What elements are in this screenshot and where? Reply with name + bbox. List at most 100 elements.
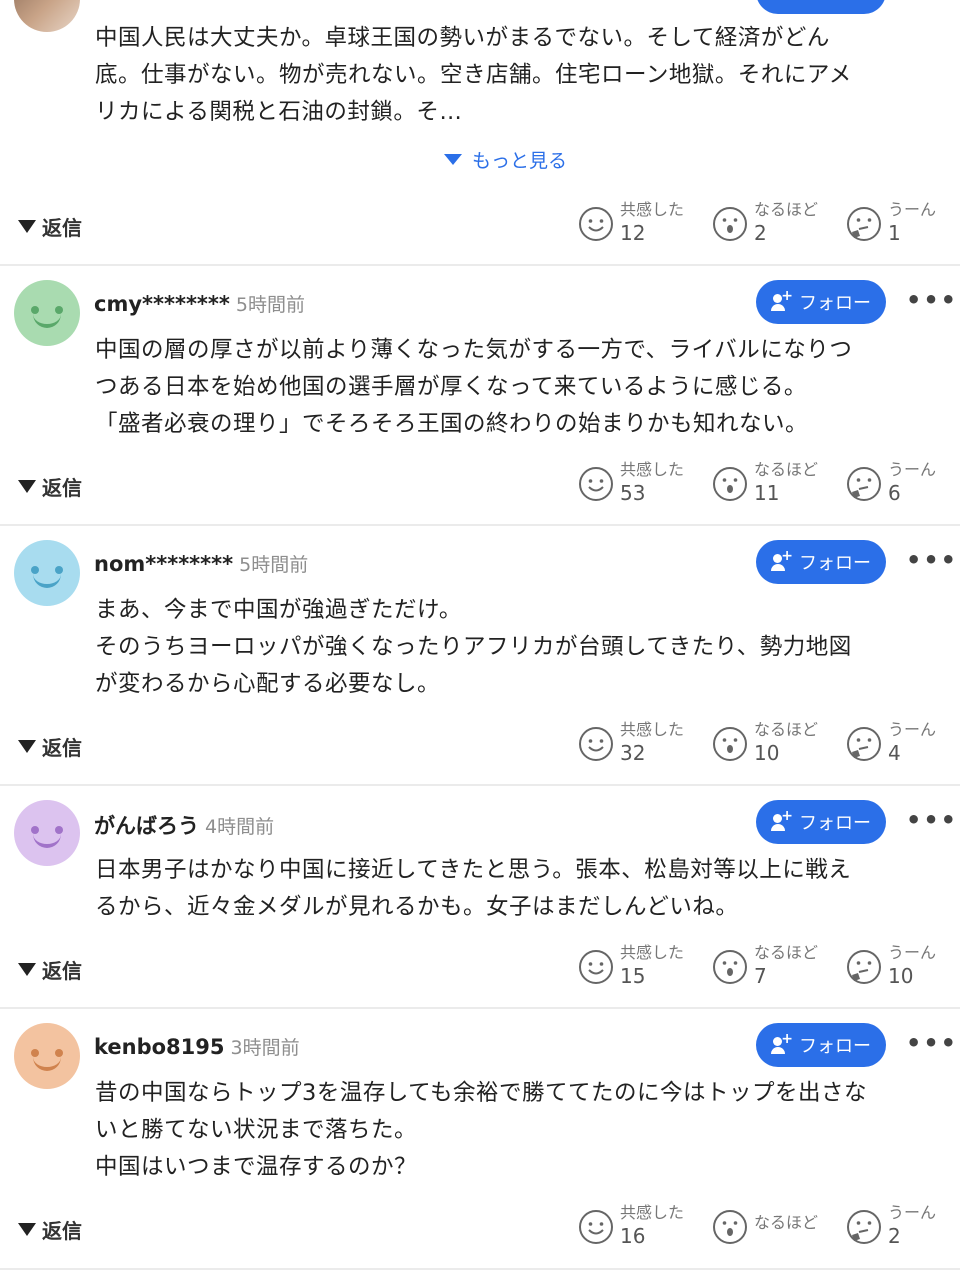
reaction-count: 10 [888, 964, 914, 988]
comment-time: 3時間前 [230, 1037, 300, 1059]
reaction-empathy[interactable]: 共感した 15 [578, 943, 684, 989]
reaction-hmm[interactable]: うーん 2 [846, 1203, 936, 1249]
reaction-label: うーん [888, 460, 937, 479]
avatar[interactable] [14, 540, 80, 606]
reaction-label: なるほど [754, 200, 819, 219]
follow-button[interactable]: + フォロー [756, 280, 886, 324]
follow-button[interactable]: + フォロー [756, 540, 886, 584]
avatar[interactable] [14, 280, 80, 346]
add-user-icon: + [771, 288, 793, 312]
reaction-label: うーん [888, 720, 937, 739]
username[interactable]: kenbo8195 [94, 1035, 225, 1059]
surprised-face-icon [713, 207, 747, 241]
follow-button[interactable]: + フォロー [756, 1023, 886, 1067]
reaction-indeed[interactable]: なるほど [712, 1203, 818, 1245]
reaction-count: 16 [620, 1224, 646, 1248]
reaction-count: 2 [754, 221, 767, 245]
avatar[interactable] [14, 800, 80, 866]
comment-time: 4時間前 [205, 816, 275, 838]
reaction-count: 4 [888, 741, 901, 765]
comment-author[interactable]: cmy******** 5時間前 [94, 290, 305, 317]
reaction-label: なるほど [754, 460, 819, 479]
reaction-count: 10 [754, 741, 780, 765]
follow-label: フォロー [799, 813, 871, 834]
reaction-hmm[interactable]: うーん 4 [846, 720, 936, 766]
add-user-icon: + [771, 1031, 793, 1055]
comment-author[interactable]: がんばろう 4時間前 [94, 810, 274, 840]
reaction-empathy[interactable]: 共感した 32 [578, 720, 684, 766]
smile-face-icon [579, 727, 613, 761]
reply-button[interactable]: 返信 [18, 472, 82, 501]
avatar[interactable] [14, 0, 80, 32]
reaction-indeed[interactable]: なるほど 10 [712, 720, 818, 766]
avatar[interactable] [14, 1023, 80, 1089]
avatar-mouth [33, 574, 61, 588]
more-options-button[interactable]: ••• [906, 806, 958, 834]
triangle-down-icon [18, 1223, 36, 1236]
more-options-button[interactable]: ••• [906, 286, 958, 314]
reaction-label: 共感した [620, 1203, 685, 1222]
comment-card: cmy******** 5時間前 + フォロー ••• 中国の層の厚さが以前より薄くなった… [0, 266, 960, 526]
reaction-indeed[interactable]: なるほど 7 [712, 943, 818, 989]
reaction-count: 53 [620, 481, 646, 505]
surprised-face-icon [713, 727, 747, 761]
thinking-face-icon [847, 1210, 881, 1244]
reaction-count: 6 [888, 481, 901, 505]
triangle-down-icon [18, 220, 36, 233]
comment-card: がんばろう 4時間前 + フォロー ••• 日本男子はかなり中国に接近してきたと思う。張本… [0, 786, 960, 1009]
comment-time: 5時間前 [239, 554, 309, 576]
username[interactable]: がんばろう [94, 814, 199, 838]
triangle-down-icon [18, 963, 36, 976]
reply-button[interactable]: 返信 [18, 732, 82, 761]
comment-time: 5時間前 [235, 294, 305, 316]
surprised-face-icon [713, 1210, 747, 1244]
reaction-indeed[interactable]: なるほど 11 [712, 460, 818, 506]
reply-label: 返信 [42, 736, 82, 760]
avatar-eye [55, 826, 63, 834]
reaction-hmm[interactable]: うーん 1 [846, 200, 936, 246]
reaction-label: なるほど [754, 720, 819, 739]
username[interactable]: cmy******** [94, 292, 230, 316]
smile-face-icon [579, 950, 613, 984]
reply-label: 返信 [42, 959, 82, 983]
reply-button[interactable]: 返信 [18, 955, 82, 984]
reply-button[interactable]: 返信 [18, 212, 82, 241]
follow-label: フォロー [799, 293, 871, 314]
avatar-mouth [33, 1057, 61, 1071]
reaction-hmm[interactable]: うーん 10 [846, 943, 936, 989]
more-options-button[interactable]: ••• [906, 546, 958, 574]
avatar-eye [55, 306, 63, 314]
reply-button[interactable]: 返信 [18, 1215, 82, 1244]
comment-body: 中国の層の厚さが以前より薄くなった気がする一方で、ライバルになりつ つある日本を… [95, 337, 853, 437]
reaction-indeed[interactable]: なるほど 2 [712, 200, 818, 246]
surprised-face-icon [713, 467, 747, 501]
reaction-count: 7 [754, 964, 767, 988]
comment-body: 日本男子はかなり中国に接近してきたと思う。張本、松島対等以上に戦え るから、近々… [95, 857, 852, 920]
username[interactable]: nom******** [94, 552, 233, 576]
comment-author[interactable]: kenbo8195 3時間前 [94, 1033, 300, 1060]
triangle-down-icon [18, 740, 36, 753]
comment-author[interactable]: nom******** 5時間前 [94, 550, 308, 577]
smile-face-icon [579, 467, 613, 501]
avatar-eye [31, 1049, 39, 1057]
comment-body: 中国人民は大丈夫か。卓球王国の勢いがまるでない。そして経済がどん 底。仕事がない… [95, 25, 852, 125]
comment-card: kenbo8195 3時間前 + フォロー ••• 昔の中国ならトップ3を温存しても余裕で… [0, 1009, 960, 1270]
reply-label: 返信 [42, 216, 82, 240]
avatar-eye [31, 566, 39, 574]
reaction-label: うーん [888, 1203, 937, 1222]
reaction-count: 1 [888, 221, 901, 245]
reaction-empathy[interactable]: 共感した 12 [578, 200, 684, 246]
follow-button[interactable] [756, 0, 886, 14]
avatar-eye [55, 566, 63, 574]
more-options-button[interactable]: ••• [906, 1029, 958, 1057]
reaction-count: 11 [754, 481, 780, 505]
reply-label: 返信 [42, 476, 82, 500]
triangle-down-icon [18, 480, 36, 493]
reaction-empathy[interactable]: 共感した 16 [578, 1203, 684, 1249]
reaction-label: 共感した [620, 720, 685, 739]
follow-button[interactable]: + フォロー [756, 800, 886, 844]
show-more-link[interactable]: もっと見る [444, 146, 567, 173]
reaction-hmm[interactable]: うーん 6 [846, 460, 936, 506]
reaction-empathy[interactable]: 共感した 53 [578, 460, 684, 506]
smile-face-icon [579, 207, 613, 241]
